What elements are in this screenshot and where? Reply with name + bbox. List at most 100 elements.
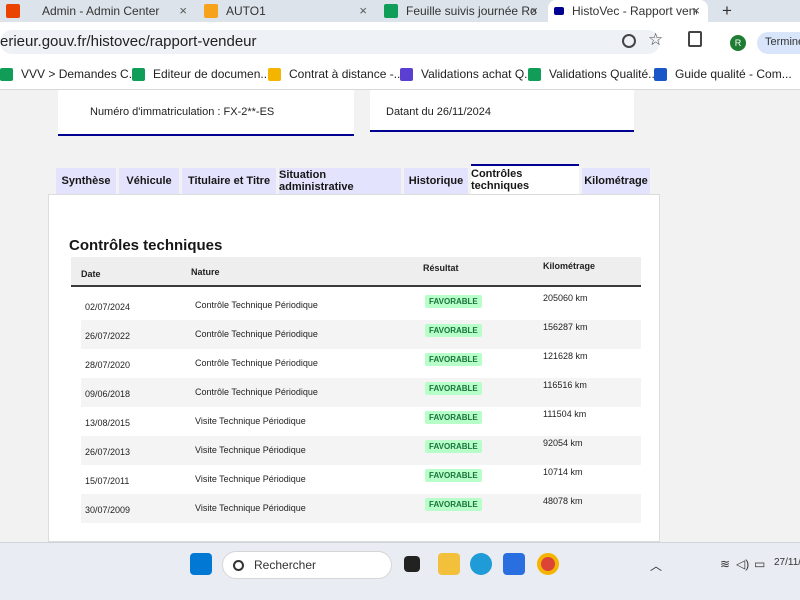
- tab-historique[interactable]: Historique: [404, 168, 468, 194]
- cell-km: 205060 km: [543, 293, 588, 303]
- store-icon[interactable]: [503, 553, 525, 575]
- bookmark-label: VVV > Demandes C...: [21, 67, 139, 81]
- cell-date: 09/06/2018: [85, 389, 131, 399]
- bookmark-item[interactable]: Validations Qualité...: [528, 67, 658, 81]
- new-tab-button[interactable]: +: [716, 0, 740, 22]
- cell-nature: Visite Technique Périodique: [195, 503, 306, 513]
- extensions-icon[interactable]: [688, 31, 702, 47]
- cell-km: 156287 km: [543, 322, 588, 332]
- sheets-icon: [528, 67, 541, 81]
- task-view-icon[interactable]: [404, 556, 420, 572]
- battery-icon[interactable]: ▭: [754, 557, 765, 571]
- column-header-result: Résultat: [423, 263, 459, 273]
- table-row: 28/07/2020 Contrôle Technique Périodique 1…: [81, 349, 641, 378]
- bookmarks-bar: VVV > Demandes C... Editeur de documen..…: [0, 60, 800, 90]
- cell-date: 26/07/2013: [85, 447, 131, 457]
- cell-km: 111504 km: [543, 409, 587, 419]
- tab-label: Admin - Admin Center: [42, 4, 160, 18]
- cell-km: 48078 km: [543, 496, 583, 506]
- tab-kilometrage[interactable]: Kilométrage: [582, 168, 650, 194]
- office-icon: [6, 4, 20, 18]
- table-header: Date Nature Résultat Kilométrage: [71, 257, 641, 287]
- tab-controles-techniques[interactable]: Contrôles techniques: [471, 164, 579, 194]
- tab-label: HistoVec - Rapport vend: [572, 4, 697, 18]
- auto1-icon: [204, 4, 218, 18]
- close-icon[interactable]: ×: [692, 3, 700, 18]
- bookmark-item[interactable]: Validations achat Q...: [400, 67, 534, 81]
- vehicle-card: Numéro d'immatriculation : FX-2**-ES: [58, 90, 354, 136]
- volume-icon[interactable]: ◁): [736, 557, 749, 571]
- bookmark-label: Validations Qualité...: [549, 67, 659, 81]
- sheets-icon: [0, 67, 13, 81]
- tab-vehicule[interactable]: Véhicule: [119, 168, 179, 194]
- tab-panel: Contrôles techniques Date Nature Résulta…: [48, 194, 660, 542]
- sheets-icon: [384, 4, 398, 18]
- result-badge: FAVORABLE: [425, 382, 482, 395]
- cell-nature: Contrôle Technique Périodique: [195, 329, 318, 339]
- cell-nature: Contrôle Technique Périodique: [195, 358, 318, 368]
- result-badge: FAVORABLE: [425, 411, 482, 424]
- address-bar[interactable]: erieur.gouv.fr/histovec/rapport-vendeur: [0, 30, 660, 54]
- windows-start-icon[interactable]: [190, 553, 212, 575]
- close-icon[interactable]: ×: [530, 3, 538, 18]
- toolbar: erieur.gouv.fr/histovec/rapport-vendeur …: [0, 22, 800, 60]
- bookmark-label: Editeur de documen...: [153, 67, 271, 81]
- browser-tab-admin[interactable]: Admin - Admin Center ×: [0, 0, 195, 22]
- table-row: 26/07/2022 Contrôle Technique Périodique 1…: [81, 320, 641, 349]
- forms-icon: [400, 67, 413, 81]
- wifi-icon[interactable]: ≋: [720, 557, 730, 571]
- tray-overflow-icon[interactable]: ︿: [650, 557, 662, 574]
- taskbar-search[interactable]: Rechercher: [222, 551, 392, 579]
- cell-km: 92054 km: [543, 438, 583, 448]
- search-icon: [233, 559, 244, 571]
- report-date-label: Datant du 26/11/2024: [386, 106, 491, 118]
- tab-titulaire[interactable]: Titulaire et Titre: [182, 168, 276, 194]
- section-title: Contrôles techniques: [69, 237, 223, 254]
- bookmark-item[interactable]: Guide qualité - Com...: [654, 67, 792, 81]
- file-explorer-icon[interactable]: [438, 553, 460, 575]
- cell-nature: Visite Technique Périodique: [195, 416, 306, 426]
- sheets-icon: [132, 67, 145, 81]
- result-badge: FAVORABLE: [425, 469, 482, 482]
- bookmark-label: Validations achat Q...: [421, 67, 535, 81]
- bookmark-label: Contrat à distance -...: [289, 67, 404, 81]
- bookmark-item[interactable]: VVV > Demandes C...: [0, 67, 139, 81]
- table-row: 30/07/2009 Visite Technique Périodique 480…: [81, 494, 641, 523]
- result-badge: FAVORABLE: [425, 498, 482, 511]
- browser-tab-histovec[interactable]: HistoVec - Rapport vend ×: [548, 0, 708, 22]
- profile-avatar[interactable]: R: [730, 35, 746, 51]
- result-badge: FAVORABLE: [425, 324, 482, 337]
- edge-icon[interactable]: [470, 553, 492, 575]
- table-row: 26/07/2013 Visite Technique Périodique 920…: [81, 436, 641, 465]
- search-placeholder: Rechercher: [254, 558, 317, 572]
- close-icon[interactable]: ×: [179, 3, 187, 18]
- terminer-button[interactable]: Terminer: [757, 32, 800, 54]
- bookmark-star-icon[interactable]: ☆: [648, 30, 663, 50]
- bookmark-label: Guide qualité - Com...: [675, 67, 792, 81]
- result-badge: FAVORABLE: [425, 353, 482, 366]
- bookmark-item[interactable]: Editeur de documen...: [132, 67, 270, 81]
- docs-icon: [654, 67, 667, 81]
- tab-synthese[interactable]: Synthèse: [56, 168, 116, 194]
- browser-tab-auto1[interactable]: AUTO1 ×: [198, 0, 375, 22]
- tab-situation-administrative[interactable]: Situation administrative: [279, 168, 401, 194]
- bookmark-item[interactable]: Contrat à distance -...: [268, 67, 404, 81]
- cell-date: 15/07/2011: [85, 476, 130, 486]
- clock: 27/11/: [774, 557, 800, 568]
- cell-km: 121628 km: [543, 351, 588, 361]
- column-header-km: Kilométrage: [543, 261, 596, 271]
- registration-label: Numéro d'immatriculation : FX-2**-ES: [90, 106, 275, 118]
- result-badge: FAVORABLE: [425, 440, 482, 453]
- cell-nature: Contrôle Technique Périodique: [195, 300, 318, 310]
- close-icon[interactable]: ×: [359, 3, 367, 18]
- zoom-icon[interactable]: [622, 34, 636, 48]
- browser-tab-strip: Admin - Admin Center × AUTO1 × Feuille s…: [0, 0, 800, 22]
- browser-tab-feuille[interactable]: Feuille suivis journée Ron ×: [378, 0, 546, 22]
- cell-km: 10714 km: [543, 467, 583, 477]
- report-date-card: Datant du 26/11/2024: [370, 90, 634, 132]
- slides-icon: [268, 67, 281, 81]
- chrome-icon[interactable]: [537, 553, 559, 575]
- french-flag-icon: [554, 7, 564, 15]
- tab-label: AUTO1: [226, 4, 266, 18]
- table-row: 15/07/2011 Visite Technique Périodique 107…: [81, 465, 641, 494]
